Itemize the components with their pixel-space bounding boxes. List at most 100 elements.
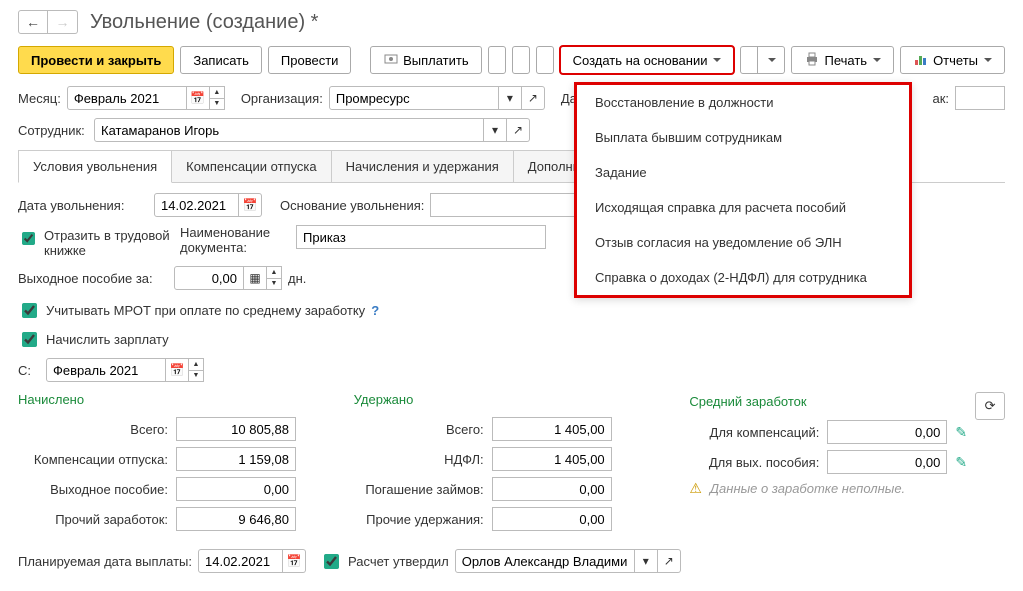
edit-avg-comp-button[interactable]: ✎ <box>955 424 967 441</box>
doc-name-label: Наименование документа: <box>180 225 290 255</box>
help-icon[interactable]: ? <box>371 303 379 318</box>
ndfl-label: НДФЛ: <box>354 452 484 467</box>
severance-total-input[interactable] <box>176 477 296 501</box>
comp-input[interactable] <box>176 447 296 471</box>
warning-text: Данные о заработке неполные. <box>710 481 905 496</box>
period-spinner[interactable]: ▲▼ <box>189 358 204 382</box>
other-withheld-label: Прочие удержания: <box>354 512 484 527</box>
loans-label: Погашение займов: <box>354 482 484 497</box>
refresh-button[interactable]: ⟳ <box>975 392 1005 420</box>
ak-label: ак: <box>932 91 949 106</box>
month-label: Месяц: <box>18 91 61 106</box>
period-from-input[interactable] <box>46 358 166 382</box>
employee-input[interactable] <box>94 118 484 142</box>
dismissal-date-picker-button[interactable]: 📅 <box>239 193 262 217</box>
menu-item-outgoing-cert[interactable]: Исходящая справка для расчета пособий <box>577 190 909 225</box>
document-icon-button[interactable] <box>488 46 506 74</box>
other-withheld-input[interactable] <box>492 507 612 531</box>
avg-comp-input[interactable] <box>827 420 947 444</box>
employee-select-button[interactable]: ▾ <box>484 118 507 142</box>
post-and-close-button[interactable]: Провести и закрыть <box>18 46 174 74</box>
approved-input[interactable] <box>455 549 635 573</box>
other-income-label: Прочий заработок: <box>18 512 168 527</box>
planned-date-picker-button[interactable]: 📅 <box>283 549 306 573</box>
planned-date-label: Планируемая дата выплаты: <box>18 554 192 569</box>
org-open-button[interactable]: ↗ <box>522 86 545 110</box>
tab-accruals[interactable]: Начисления и удержания <box>331 150 514 182</box>
dismissal-date-label: Дата увольнения: <box>18 198 148 213</box>
avg-earnings-heading: Средний заработок <box>689 394 975 409</box>
reports-button[interactable]: Отчеты <box>900 46 1005 74</box>
approved-open-button[interactable]: ↗ <box>658 549 681 573</box>
withheld-total-input[interactable] <box>492 417 612 441</box>
period-from-label: С: <box>18 363 40 378</box>
approved-checkbox[interactable] <box>324 554 339 569</box>
month-spinner[interactable]: ▲▼ <box>210 86 225 110</box>
employee-label: Сотрудник: <box>18 123 88 138</box>
reflect-in-book-checkbox[interactable] <box>22 231 35 246</box>
severance-calc-button[interactable]: ▦ <box>244 266 267 290</box>
consider-mrot-checkbox[interactable] <box>22 303 37 318</box>
severance-unit-label: дн. <box>288 271 306 286</box>
tab-compensations[interactable]: Компенсации отпуска <box>171 150 332 182</box>
script-icon-button[interactable] <box>536 46 554 74</box>
payment-icon <box>383 51 399 70</box>
menu-item-revoke-consent[interactable]: Отзыв согласия на уведомление об ЭЛН <box>577 225 909 260</box>
create-on-basis-menu: Восстановление в должности Выплата бывши… <box>574 82 912 298</box>
menu-item-income-cert[interactable]: Справка о доходах (2-НДФЛ) для сотрудник… <box>577 260 909 295</box>
save-button[interactable]: Записать <box>180 46 262 74</box>
accrue-salary-checkbox[interactable] <box>22 332 37 347</box>
avg-sev-input[interactable] <box>827 450 947 474</box>
approved-label: Расчет утвердил <box>348 554 449 569</box>
other-income-input[interactable] <box>176 507 296 531</box>
attach-icon-button[interactable] <box>512 46 530 74</box>
employee-open-button[interactable]: ↗ <box>507 118 530 142</box>
caret-down-icon <box>873 58 881 62</box>
accrued-heading: Начислено <box>18 392 334 407</box>
severance-input[interactable] <box>174 266 244 290</box>
menu-item-restore[interactable]: Восстановление в должности <box>577 85 909 120</box>
loans-input[interactable] <box>492 477 612 501</box>
avg-sev-label: Для вых. пособия: <box>689 455 819 470</box>
planned-date-input[interactable] <box>198 549 283 573</box>
calendar-picker-button[interactable]: 📅 <box>187 86 210 110</box>
org-label: Организация: <box>241 91 323 106</box>
withheld-heading: Удержано <box>354 392 670 407</box>
month-input[interactable] <box>67 86 187 110</box>
accrued-total-label: Всего: <box>18 422 168 437</box>
severance-spinner[interactable]: ▲▼ <box>267 266 282 290</box>
reflect-in-book-label: Отразить в трудовой книжке <box>44 228 174 258</box>
comp-label: Компенсации отпуска: <box>18 452 168 467</box>
tab-conditions[interactable]: Условия увольнения <box>18 150 172 183</box>
printer-icon <box>804 51 820 70</box>
forward-button: → <box>48 10 78 34</box>
menu-item-payment-former[interactable]: Выплата бывшим сотрудникам <box>577 120 909 155</box>
accrued-total-input[interactable] <box>176 417 296 441</box>
print-button[interactable]: Печать <box>791 46 894 74</box>
pay-button[interactable]: Выплатить <box>370 46 482 74</box>
post-button[interactable]: Провести <box>268 46 352 74</box>
org-input[interactable] <box>329 86 499 110</box>
folder-button[interactable] <box>740 46 758 74</box>
severance-total-label: Выходное пособие: <box>18 482 168 497</box>
create-on-basis-button[interactable]: Создать на основании <box>560 46 735 74</box>
consider-mrot-label: Учитывать МРОТ при оплате по среднему за… <box>46 303 365 318</box>
caret-down-icon <box>713 58 721 62</box>
approved-select-button[interactable]: ▾ <box>635 549 658 573</box>
edit-avg-sev-button[interactable]: ✎ <box>955 454 967 471</box>
org-select-button[interactable]: ▾ <box>499 86 522 110</box>
dismissal-date-input[interactable] <box>154 193 239 217</box>
back-button[interactable]: ← <box>18 10 48 34</box>
chart-icon <box>913 51 929 70</box>
doc-name-input[interactable] <box>296 225 546 249</box>
ak-input[interactable] <box>955 86 1005 110</box>
folder-dropdown-button[interactable] <box>757 46 785 74</box>
ndfl-input[interactable] <box>492 447 612 471</box>
avg-comp-label: Для компенсаций: <box>689 425 819 440</box>
period-picker-button[interactable]: 📅 <box>166 358 189 382</box>
caret-down-icon <box>984 58 992 62</box>
severance-label: Выходное пособие за: <box>18 271 168 286</box>
dismissal-basis-label: Основание увольнения: <box>280 198 424 213</box>
menu-item-task[interactable]: Задание <box>577 155 909 190</box>
accrue-salary-label: Начислить зарплату <box>46 332 169 347</box>
